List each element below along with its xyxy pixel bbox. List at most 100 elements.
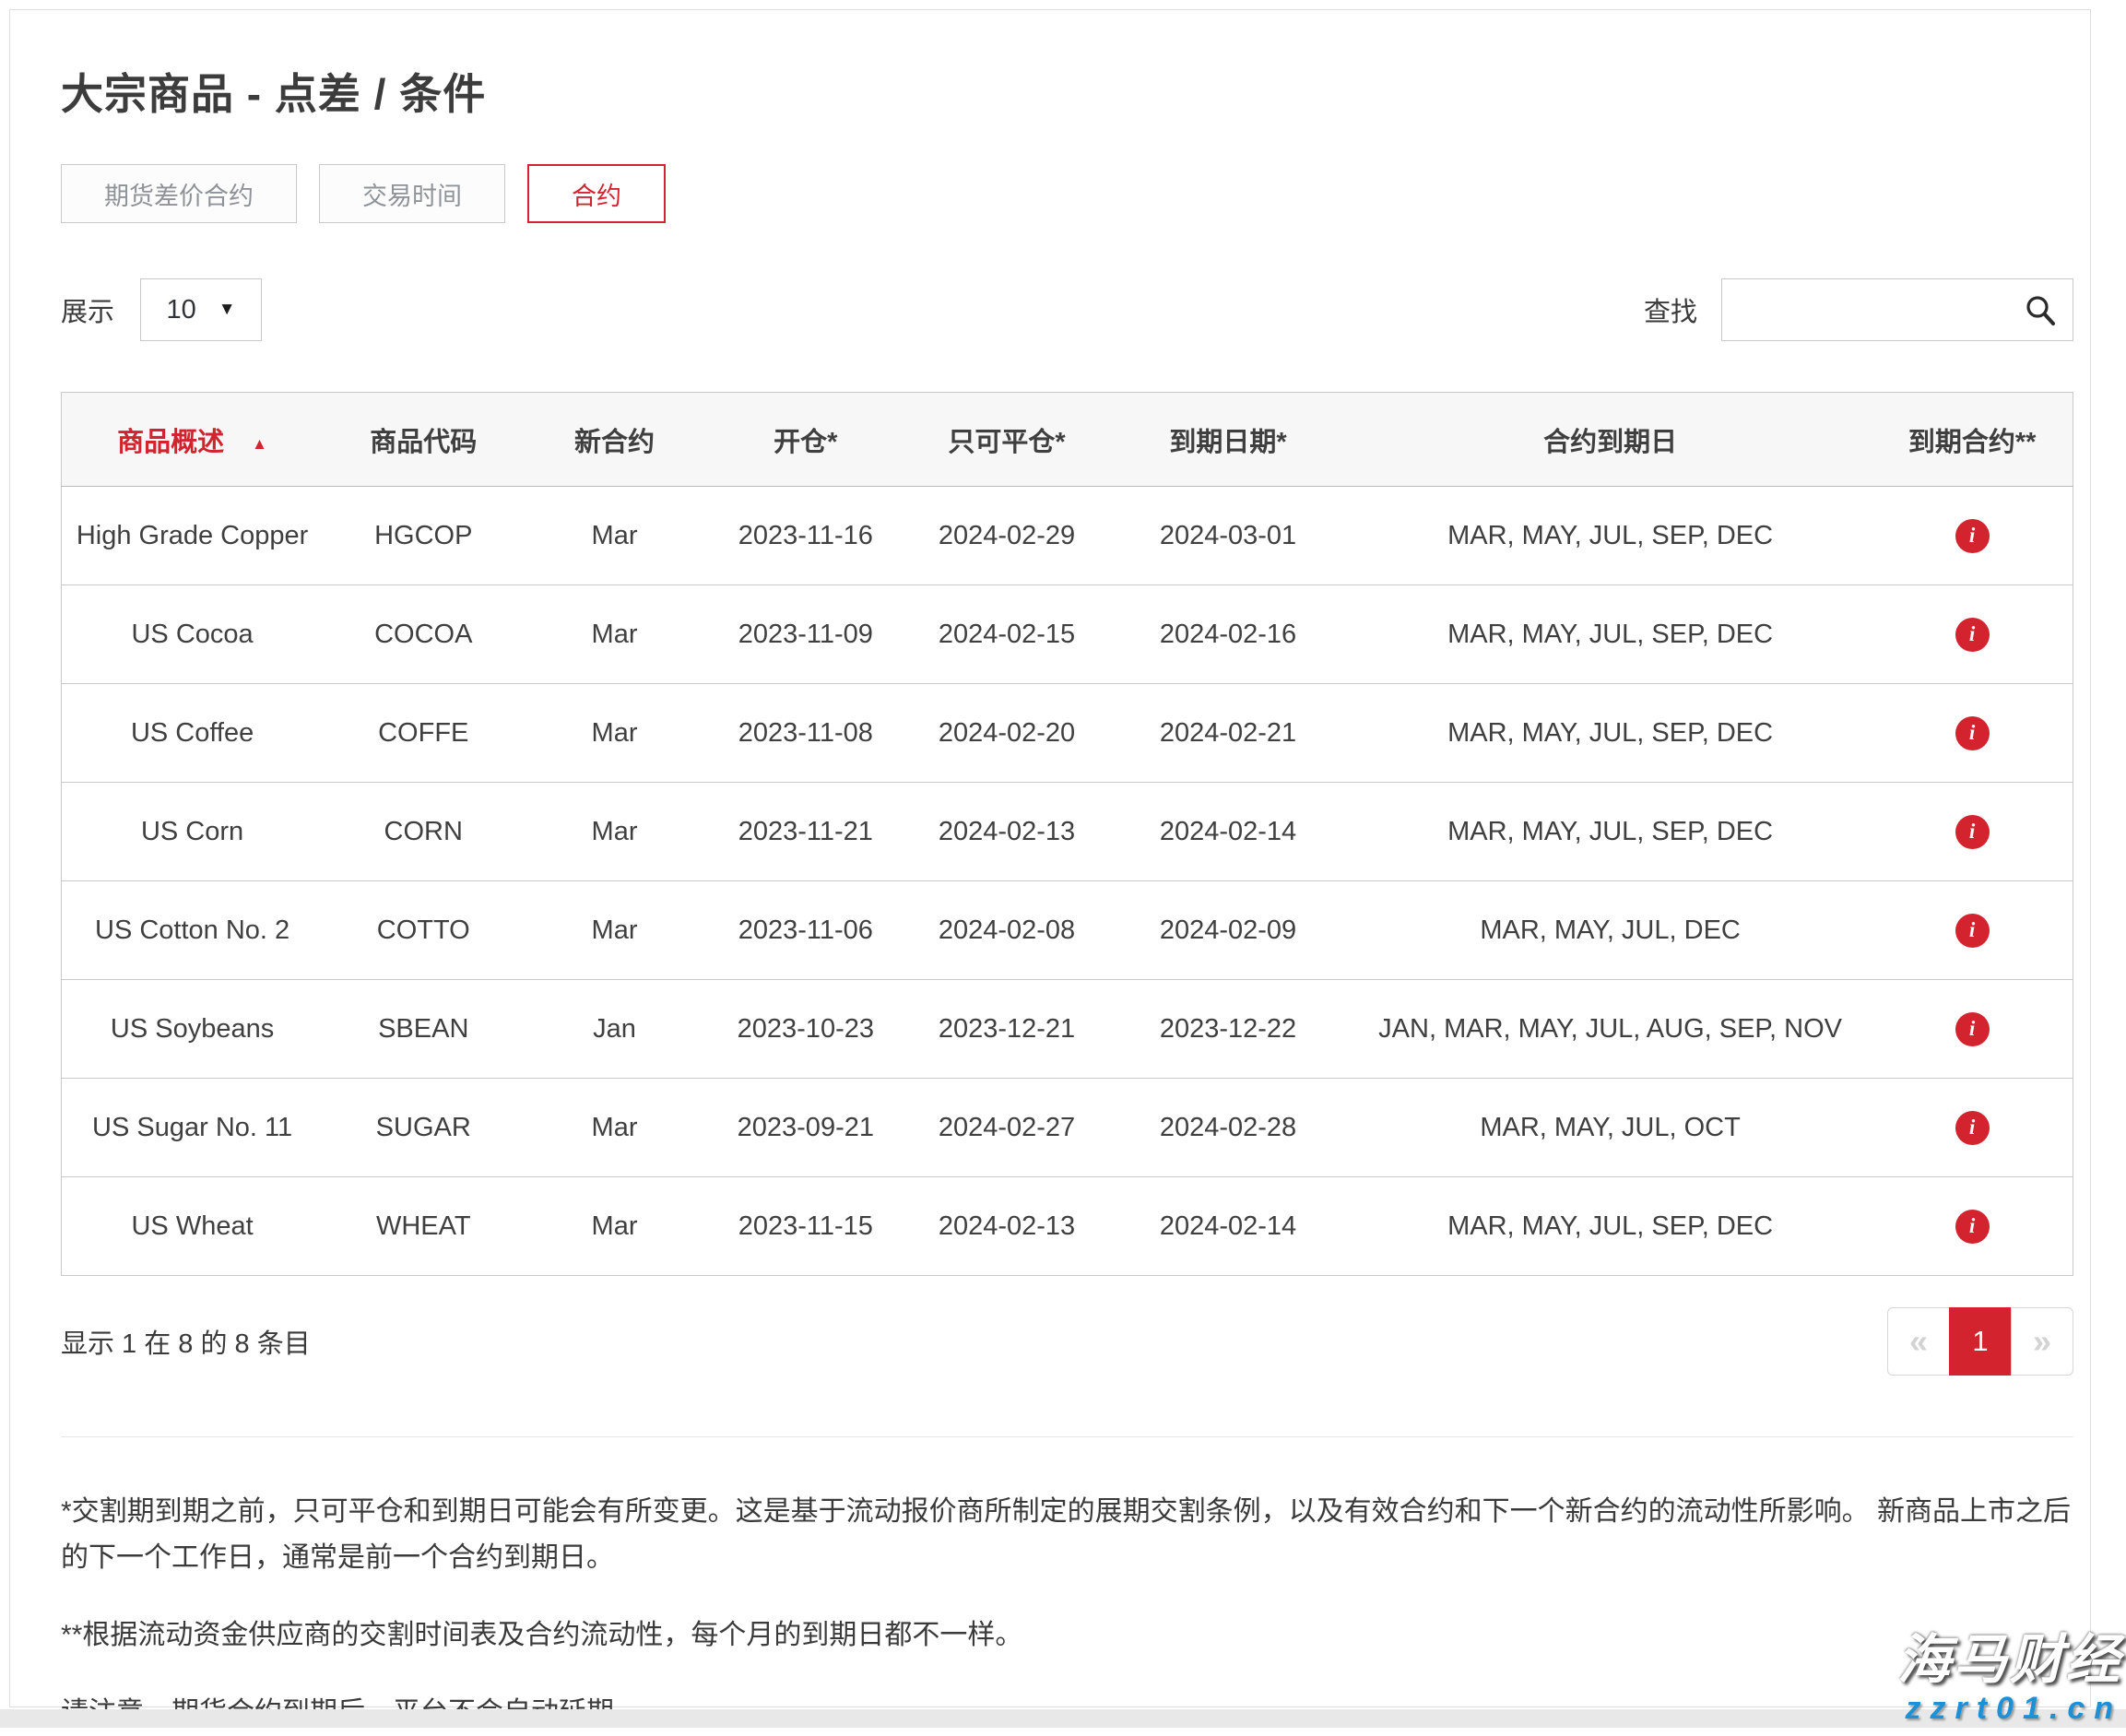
- bottom-strip: [0, 1709, 2126, 1728]
- cell-code: WHEAT: [323, 1177, 524, 1276]
- cell-open: 2023-11-09: [705, 585, 906, 684]
- table-footer: 显示 1 在 8 的 8 条目 « 1 »: [61, 1307, 2073, 1376]
- info-icon[interactable]: i: [1955, 1210, 1990, 1244]
- cell-open: 2023-11-21: [705, 783, 906, 881]
- cell-contract-months: MAR, MAY, JUL, SEP, DEC: [1349, 487, 1872, 585]
- info-icon[interactable]: i: [1955, 1012, 1990, 1046]
- cell-info: i: [1872, 684, 2073, 783]
- cell-code: HGCOP: [323, 487, 524, 585]
- cell-code: SBEAN: [323, 980, 524, 1079]
- column-header-close-only[interactable]: 只可平仓*: [906, 393, 1107, 487]
- cell-commodity: US Coffee: [62, 684, 324, 783]
- column-header-code[interactable]: 商品代码: [323, 393, 524, 487]
- page-size-select[interactable]: 10 ▼: [140, 278, 262, 341]
- pagination-next-button[interactable]: »: [2011, 1307, 2073, 1376]
- info-icon[interactable]: i: [1955, 914, 1990, 948]
- pagination-prev-button[interactable]: «: [1887, 1307, 1950, 1376]
- cell-commodity: High Grade Copper: [62, 487, 324, 585]
- cell-code: CORN: [323, 783, 524, 881]
- cell-expiry-date: 2024-02-28: [1107, 1079, 1349, 1177]
- cell-open: 2023-11-08: [705, 684, 906, 783]
- info-icon[interactable]: i: [1955, 618, 1990, 652]
- cell-new-contract: Mar: [524, 1177, 704, 1276]
- table-header-row: 商品概述▲ 商品代码 新合约 开仓* 只可平仓* 到期日期* 合约到期日 到期合…: [62, 393, 2073, 487]
- entries-summary: 显示 1 在 8 的 8 条目: [61, 1322, 311, 1361]
- search-control: 查找: [1644, 278, 2073, 341]
- cell-expiry-date: 2024-02-21: [1107, 684, 1349, 783]
- info-icon[interactable]: i: [1955, 815, 1990, 849]
- cell-commodity: US Soybeans: [62, 980, 324, 1079]
- search-input[interactable]: [1722, 279, 2073, 340]
- column-header-open[interactable]: 开仓*: [705, 393, 906, 487]
- cell-new-contract: Jan: [524, 980, 704, 1079]
- cell-close-only: 2024-02-08: [906, 881, 1107, 980]
- table-row: US Wheat WHEAT Mar 2023-11-15 2024-02-13…: [62, 1177, 2073, 1276]
- cell-info: i: [1872, 1079, 2073, 1177]
- cell-contract-months: MAR, MAY, JUL, DEC: [1349, 881, 1872, 980]
- cell-info: i: [1872, 487, 2073, 585]
- cell-new-contract: Mar: [524, 881, 704, 980]
- cell-info: i: [1872, 1177, 2073, 1276]
- column-header-expiring-contracts[interactable]: 到期合约**: [1872, 393, 2073, 487]
- search-label: 查找: [1644, 290, 1697, 329]
- page-size-control: 展示 10 ▼: [61, 278, 262, 341]
- cell-new-contract: Mar: [524, 783, 704, 881]
- column-header-expiry-date[interactable]: 到期日期*: [1107, 393, 1349, 487]
- cell-contract-months: MAR, MAY, JUL, SEP, DEC: [1349, 585, 1872, 684]
- footnote-2: **根据流动资金供应商的交割时间表及合约流动性，每个月的到期日都不一样。: [61, 1612, 2071, 1659]
- cell-open: 2023-11-15: [705, 1177, 906, 1276]
- cell-open: 2023-09-21: [705, 1079, 906, 1177]
- watermark-brand: 海马财经: [1897, 1633, 2122, 1689]
- info-icon[interactable]: i: [1955, 519, 1990, 553]
- info-icon[interactable]: i: [1955, 1111, 1990, 1145]
- table-row: US Sugar No. 11 SUGAR Mar 2023-09-21 202…: [62, 1079, 2073, 1177]
- tab-futures-cfd[interactable]: 期货差价合约: [61, 164, 297, 223]
- cell-expiry-date: 2024-03-01: [1107, 487, 1349, 585]
- search-icon: [2023, 293, 2058, 328]
- cell-code: SUGAR: [323, 1079, 524, 1177]
- cell-close-only: 2023-12-21: [906, 980, 1107, 1079]
- tab-contracts[interactable]: 合约: [527, 164, 666, 223]
- sort-asc-icon: ▲: [252, 435, 267, 453]
- cell-close-only: 2024-02-27: [906, 1079, 1107, 1177]
- table-row: High Grade Copper HGCOP Mar 2023-11-16 2…: [62, 487, 2073, 585]
- table-row: US Coffee COFFE Mar 2023-11-08 2024-02-2…: [62, 684, 2073, 783]
- watermark: 海马财经 zzrt01.cn: [1897, 1633, 2122, 1726]
- cell-info: i: [1872, 881, 2073, 980]
- cell-expiry-date: 2023-12-22: [1107, 980, 1349, 1079]
- cell-expiry-date: 2024-02-14: [1107, 783, 1349, 881]
- cell-open: 2023-11-06: [705, 881, 906, 980]
- cell-commodity: US Sugar No. 11: [62, 1079, 324, 1177]
- column-header-new-contract[interactable]: 新合约: [524, 393, 704, 487]
- info-icon[interactable]: i: [1955, 716, 1990, 750]
- cell-commodity: US Cocoa: [62, 585, 324, 684]
- cell-new-contract: Mar: [524, 684, 704, 783]
- cell-new-contract: Mar: [524, 585, 704, 684]
- cell-commodity: US Cotton No. 2: [62, 881, 324, 980]
- cell-commodity: US Corn: [62, 783, 324, 881]
- commodity-table: 商品概述▲ 商品代码 新合约 开仓* 只可平仓* 到期日期* 合约到期日 到期合…: [61, 392, 2073, 1276]
- table-row: US Corn CORN Mar 2023-11-21 2024-02-13 2…: [62, 783, 2073, 881]
- cell-info: i: [1872, 980, 2073, 1079]
- cell-open: 2023-11-16: [705, 487, 906, 585]
- content-card: 大宗商品 - 点差 / 条件 期货差价合约 交易时间 合约 展示 10 ▼ 查找: [9, 9, 2091, 1707]
- cell-code: COCOA: [323, 585, 524, 684]
- cell-contract-months: MAR, MAY, JUL, SEP, DEC: [1349, 1177, 1872, 1276]
- pagination-page-1[interactable]: 1: [1949, 1307, 2012, 1376]
- tab-trading-hours[interactable]: 交易时间: [319, 164, 505, 223]
- cell-new-contract: Mar: [524, 1079, 704, 1177]
- cell-info: i: [1872, 783, 2073, 881]
- column-header-contract-months[interactable]: 合约到期日: [1349, 393, 1872, 487]
- table-controls: 展示 10 ▼ 查找: [61, 278, 2073, 341]
- cell-close-only: 2024-02-15: [906, 585, 1107, 684]
- tab-bar: 期货差价合约 交易时间 合约: [61, 164, 2073, 223]
- table-row: US Cocoa COCOA Mar 2023-11-09 2024-02-15…: [62, 585, 2073, 684]
- cell-close-only: 2024-02-29: [906, 487, 1107, 585]
- column-header-commodity[interactable]: 商品概述▲: [62, 393, 324, 487]
- watermark-site: zzrt01.cn: [1897, 1693, 2122, 1726]
- cell-close-only: 2024-02-13: [906, 1177, 1107, 1276]
- cell-contract-months: MAR, MAY, JUL, SEP, DEC: [1349, 783, 1872, 881]
- double-chevron-left-icon: «: [1909, 1322, 1928, 1361]
- page-title: 大宗商品 - 点差 / 条件: [61, 61, 2073, 122]
- cell-close-only: 2024-02-20: [906, 684, 1107, 783]
